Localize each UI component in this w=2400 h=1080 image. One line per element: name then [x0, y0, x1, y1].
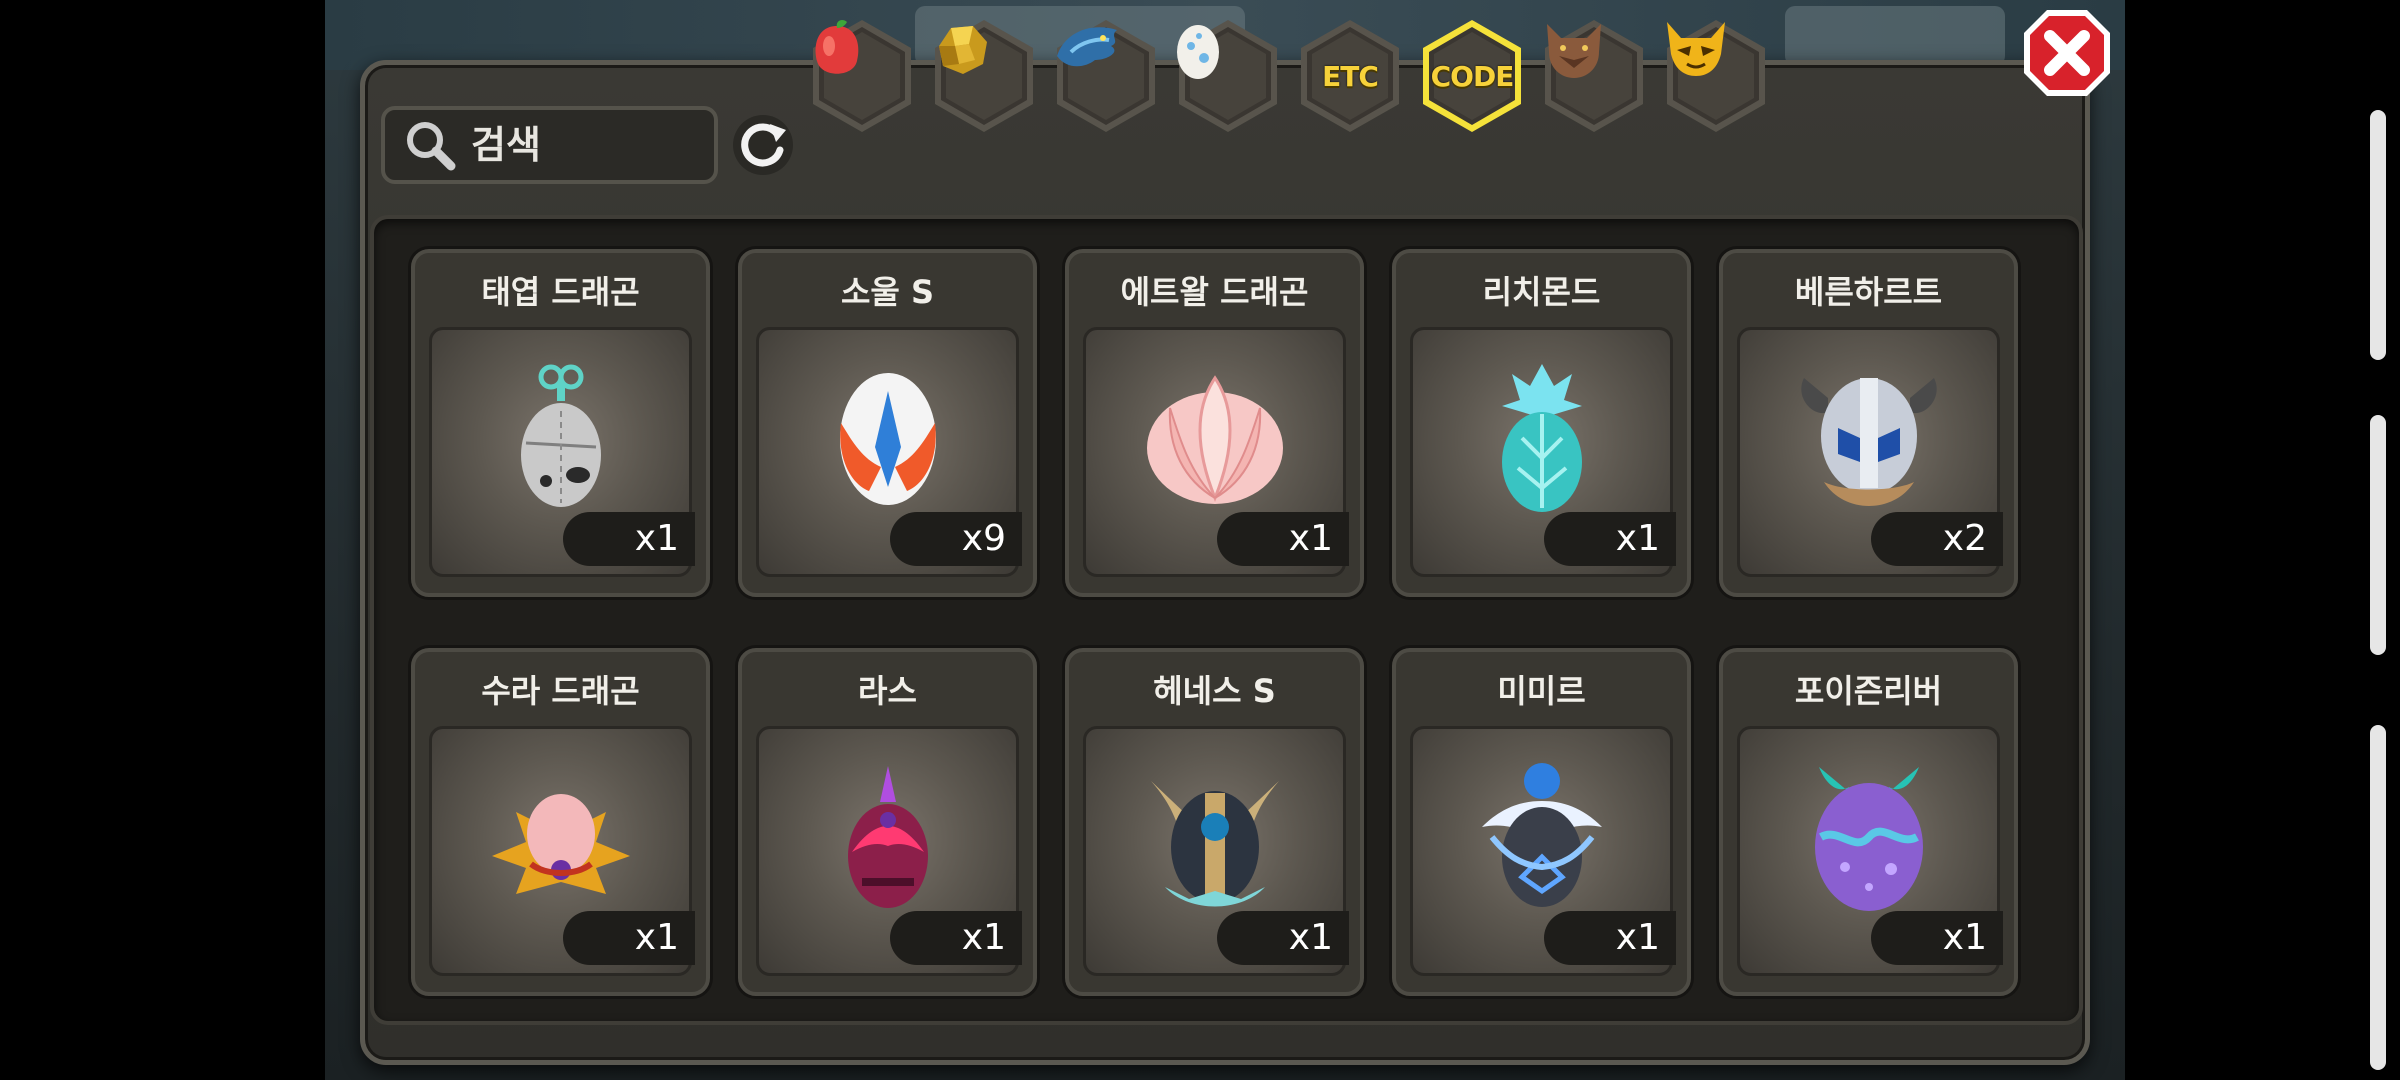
clockwork-egg-icon	[506, 363, 616, 517]
horned-mask-icon	[1661, 16, 1771, 136]
item-image-frame: x1	[429, 327, 695, 577]
item-count: x1	[1544, 911, 1676, 965]
sura-egg-icon	[486, 772, 636, 906]
scrollbar-thumb[interactable]	[2370, 725, 2386, 1070]
item-image-frame: x9	[756, 327, 1022, 577]
item-count: x1	[890, 911, 1022, 965]
item-name: 베른하르트	[1794, 273, 1943, 311]
close-button[interactable]	[2020, 6, 2114, 100]
crystal-egg-icon	[1492, 358, 1592, 522]
scrollbar-thumb[interactable]	[2370, 110, 2386, 360]
item-slot[interactable]: 헤네스 S x1	[1065, 648, 1364, 996]
item-name: 포이즌리버	[1794, 672, 1943, 710]
tab-label: CODE	[1430, 59, 1515, 93]
refresh-icon[interactable]	[730, 112, 796, 178]
scrollbar[interactable]	[2370, 110, 2386, 1070]
etc-tab[interactable]: ETC	[1295, 16, 1405, 136]
item-count: x1	[563, 512, 695, 566]
search-icon	[403, 118, 457, 172]
item-image-frame: x1	[1410, 726, 1676, 976]
item-image-frame: x1	[1083, 327, 1349, 577]
armored-egg-icon	[1145, 757, 1285, 921]
egg-icon	[1173, 16, 1283, 136]
item-slot[interactable]: 리치몬드 x1	[1392, 249, 1691, 597]
item-slot[interactable]: 수라 드래곤 x1	[411, 648, 710, 996]
code-tab[interactable]: CODE	[1417, 16, 1527, 136]
fruit-tab[interactable]	[807, 16, 917, 136]
mask-tab[interactable]	[1661, 16, 1771, 136]
item-count: x1	[1544, 512, 1676, 566]
soul-egg-icon	[823, 363, 953, 517]
item-count: x1	[1871, 911, 2003, 965]
viking-egg-icon	[1794, 358, 1944, 522]
item-count: x2	[1871, 512, 2003, 566]
search-box[interactable]	[381, 106, 718, 184]
item-slot[interactable]: 라스 x1	[738, 648, 1037, 996]
lotus-egg-icon	[1140, 368, 1290, 512]
red-fruit-icon	[807, 16, 917, 136]
game-screen: ETC CODE 태엽 드래곤 x1 소울 S x9 에트왈 드래곤 x1 리치몬드 x1 베른하…	[0, 0, 2400, 1080]
item-name: 에트왈 드래곤	[1120, 273, 1309, 311]
tentacle-egg-icon	[1799, 757, 1939, 921]
tab-label: ETC	[1322, 59, 1379, 93]
item-name: 미미르	[1497, 672, 1586, 710]
winged-egg-icon	[1472, 757, 1612, 921]
item-name: 소울 S	[840, 273, 935, 311]
item-image-frame: x1	[1083, 726, 1349, 976]
item-count: x1	[1217, 512, 1349, 566]
item-slot[interactable]: 포이즌리버 x1	[1719, 648, 2018, 996]
item-name: 태엽 드래곤	[481, 273, 640, 311]
item-count: x1	[1217, 911, 1349, 965]
item-image-frame: x1	[429, 726, 695, 976]
item-slot[interactable]: 미미르 x1	[1392, 648, 1691, 996]
item-slot[interactable]: 소울 S x9	[738, 249, 1037, 597]
item-image-frame: x1	[1410, 327, 1676, 577]
close-icon	[2024, 10, 2110, 96]
item-image-frame: x2	[1737, 327, 2003, 577]
search-input[interactable]	[471, 123, 691, 167]
egg-tab[interactable]	[1173, 16, 1283, 136]
item-image-frame: x1	[1737, 726, 2003, 976]
item-name: 라스	[858, 672, 917, 710]
gold-tab[interactable]	[929, 16, 1039, 136]
crimson-egg-icon	[838, 762, 938, 916]
dragon-head-icon	[1051, 16, 1161, 136]
gold-ore-icon	[929, 16, 1039, 136]
wolf-tab[interactable]	[1539, 16, 1649, 136]
item-name: 리치몬드	[1482, 273, 1601, 311]
item-slot[interactable]: 베른하르트 x2	[1719, 249, 2018, 597]
item-name: 헤네스 S	[1153, 672, 1276, 710]
item-name: 수라 드래곤	[481, 672, 640, 710]
item-image-frame: x1	[756, 726, 1022, 976]
item-slot[interactable]: 에트왈 드래곤 x1	[1065, 249, 1364, 597]
item-slot[interactable]: 태엽 드래곤 x1	[411, 249, 710, 597]
item-count: x9	[890, 512, 1022, 566]
wolf-head-icon	[1539, 16, 1649, 136]
background-card	[1785, 6, 2005, 66]
tab-label-wrap: ETC	[1295, 16, 1405, 136]
item-count: x1	[563, 911, 695, 965]
tab-label-wrap: CODE	[1417, 16, 1527, 136]
dragon-tab[interactable]	[1051, 16, 1161, 136]
scrollbar-thumb[interactable]	[2370, 415, 2386, 655]
